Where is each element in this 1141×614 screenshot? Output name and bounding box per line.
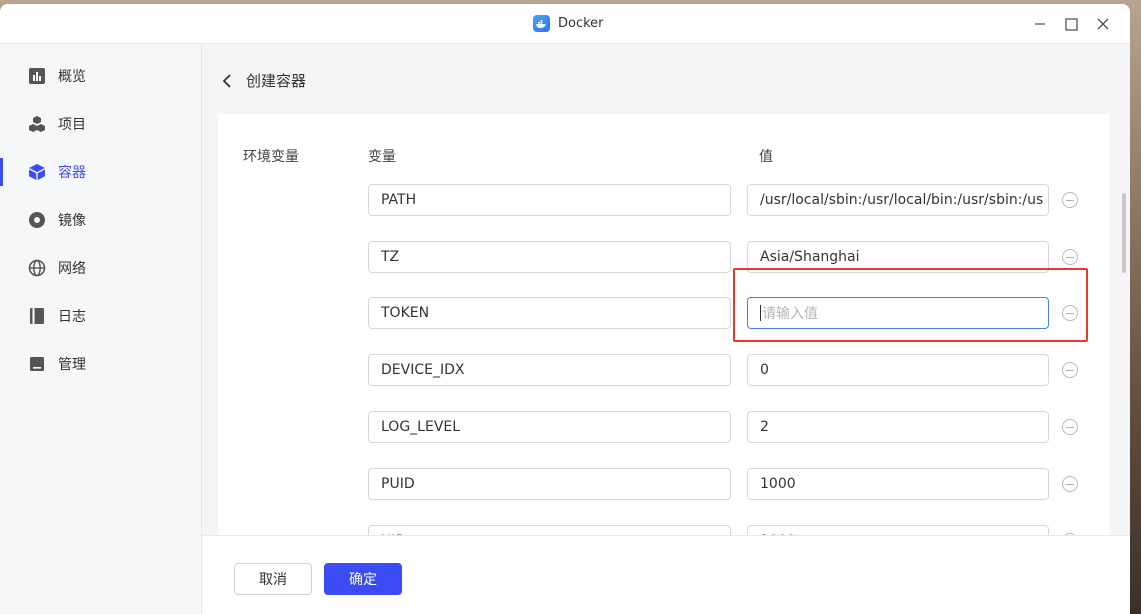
sidebar-item-network[interactable]: 网络 <box>0 250 202 286</box>
env-value-input[interactable]: 0 <box>747 354 1049 386</box>
container-icon <box>28 163 46 181</box>
minimize-icon[interactable] <box>1030 14 1050 34</box>
env-row: LOG_LEVEL 2 <box>218 411 1109 443</box>
sidebar-item-label: 管理 <box>58 357 86 373</box>
sidebar-item-label: 日志 <box>58 309 86 325</box>
cancel-button[interactable]: 取消 <box>234 563 312 595</box>
book-icon <box>28 307 46 325</box>
disc-icon <box>28 211 46 229</box>
manage-icon <box>28 355 46 373</box>
env-row: TOKEN 请输入值 <box>218 297 1109 329</box>
sidebar-item-label: 网络 <box>58 261 86 277</box>
env-value-input[interactable]: Asia/Shanghai <box>747 241 1049 273</box>
app-title: Docker <box>533 15 604 32</box>
env-row: TZ Asia/Shanghai <box>218 241 1109 273</box>
env-name-input[interactable]: PUID <box>368 468 731 500</box>
app-title-text: Docker <box>558 16 604 31</box>
env-section-label: 环境变量 <box>243 149 299 165</box>
remove-row-icon[interactable] <box>1062 192 1078 208</box>
footer-bar: 取消 确定 <box>202 535 1130 614</box>
env-panel: 环境变量 变量 值 PATH /usr/local/sbin:/usr/loca… <box>218 114 1109 538</box>
remove-row-icon[interactable] <box>1062 362 1078 378</box>
sidebar-item-label: 容器 <box>58 165 86 181</box>
scrollbar-thumb[interactable] <box>1122 193 1126 273</box>
page-title: 创建容器 <box>246 72 307 90</box>
confirm-button[interactable]: 确定 <box>324 563 402 595</box>
page-header: 创建容器 <box>218 70 306 91</box>
env-name-input[interactable]: TZ <box>368 241 731 273</box>
chart-icon <box>28 67 46 85</box>
title-bar: Docker <box>0 4 1130 44</box>
env-name-input[interactable]: DEVICE_IDX <box>368 354 731 386</box>
sidebar-item-containers[interactable]: 容器 <box>0 154 202 190</box>
sidebar: 概览 项目 容器 镜像 网络 日志 管理 <box>0 44 202 614</box>
sidebar-item-label: 概览 <box>58 69 86 85</box>
close-icon[interactable] <box>1093 14 1113 34</box>
docker-window: Docker 概览 项目 容器 镜像 网络 日志 管理 创建容器 环境变量 变量… <box>0 4 1130 614</box>
globe-icon <box>28 259 46 277</box>
sidebar-item-label: 镜像 <box>58 213 86 229</box>
env-value-input-token[interactable]: 请输入值 <box>747 297 1049 329</box>
env-row: PATH /usr/local/sbin:/usr/local/bin:/usr… <box>218 184 1109 216</box>
env-value-input[interactable]: /usr/local/sbin:/usr/local/bin:/usr/sbin… <box>747 184 1049 216</box>
remove-row-icon[interactable] <box>1062 305 1078 321</box>
text-caret <box>760 305 761 321</box>
variable-column-header: 变量 <box>368 149 396 165</box>
back-chevron-icon[interactable] <box>218 72 236 90</box>
docker-icon <box>533 15 550 32</box>
env-name-input[interactable]: PATH <box>368 184 731 216</box>
value-placeholder: 请输入值 <box>762 306 818 322</box>
main-content: 创建容器 环境变量 变量 值 PATH /usr/local/sbin:/usr… <box>202 44 1130 614</box>
env-name-input[interactable]: TOKEN <box>368 297 731 329</box>
env-value-input[interactable]: 2 <box>747 411 1049 443</box>
sidebar-item-projects[interactable]: 项目 <box>0 106 202 142</box>
cubes-icon <box>28 115 46 133</box>
sidebar-item-manage[interactable]: 管理 <box>0 346 202 382</box>
env-row: PUID 1000 <box>218 468 1109 500</box>
env-row: DEVICE_IDX 0 <box>218 354 1109 386</box>
env-value-input[interactable]: 1000 <box>747 468 1049 500</box>
env-name-input[interactable]: LOG_LEVEL <box>368 411 731 443</box>
maximize-icon[interactable] <box>1061 14 1081 34</box>
sidebar-item-label: 项目 <box>58 117 86 133</box>
remove-row-icon[interactable] <box>1062 476 1078 492</box>
sidebar-item-overview[interactable]: 概览 <box>0 58 202 94</box>
sidebar-item-images[interactable]: 镜像 <box>0 202 202 238</box>
remove-row-icon[interactable] <box>1062 249 1078 265</box>
remove-row-icon[interactable] <box>1062 419 1078 435</box>
sidebar-item-logs[interactable]: 日志 <box>0 298 202 334</box>
value-column-header: 值 <box>759 149 773 165</box>
